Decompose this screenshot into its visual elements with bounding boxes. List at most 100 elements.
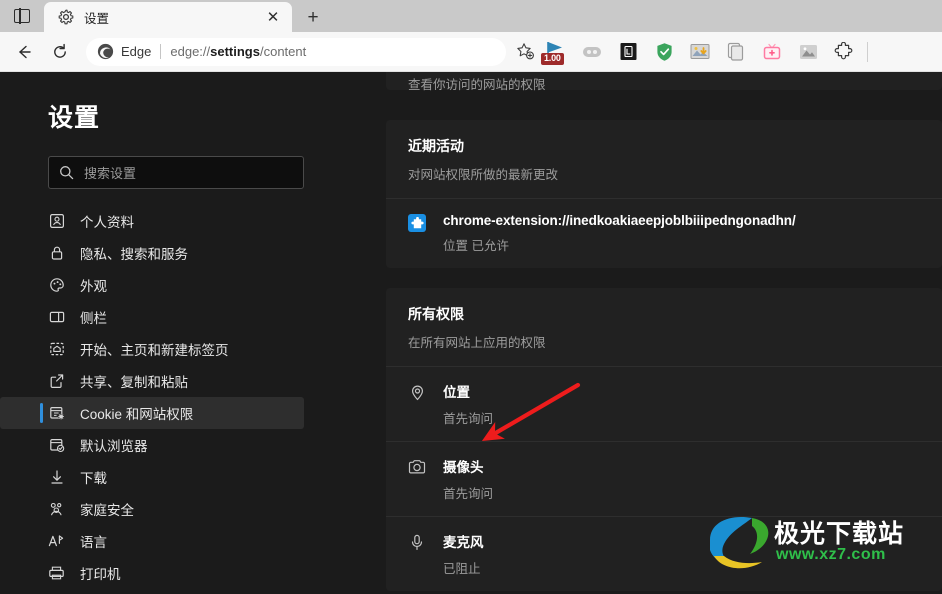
sidebar-item-label: 侧栏 [80, 311, 107, 326]
default-browser-icon [48, 437, 65, 454]
site-permissions-card-partial: 查看你访问的网站的权限 [386, 72, 942, 92]
recent-activity-card: 近期活动 对网站权限所做的最新更改 chrome-extension://ine… [386, 120, 942, 268]
close-icon[interactable]: ✕ [262, 6, 284, 28]
home-start-icon [48, 341, 65, 358]
permission-value: 已阻止 [443, 562, 481, 576]
search-placeholder: 搜索设置 [84, 166, 137, 181]
settings-page: 设置 搜索设置 个人资料 隐私、搜索和服务 外观 侧栏 开始、主页和新建标签页 … [0, 72, 942, 594]
recent-activity-header: 近期活动 对网站权限所做的最新更改 [386, 120, 942, 198]
extension-favicon [408, 214, 426, 232]
adguard-shield-icon[interactable] [649, 37, 679, 67]
location-pin-icon [408, 383, 426, 401]
permission-row-body: 麦克风 已阻止 [443, 531, 920, 577]
permission-row-location[interactable]: 位置 首先询问 [386, 366, 942, 441]
recent-activity-title: 近期活动 [408, 138, 464, 154]
add-favorite-star-icon[interactable] [512, 39, 538, 65]
settings-content: 查看你访问的网站的权限 近期活动 对网站权限所做的最新更改 chrome-ext… [340, 72, 942, 594]
permission-label: 麦克风 [443, 535, 484, 550]
sidebar-item-languages[interactable]: 语言 [0, 525, 304, 557]
image-placeholder-icon[interactable] [793, 37, 823, 67]
recent-activity-entry-status: 位置 已允许 [443, 239, 509, 253]
edge-logo-icon [97, 43, 114, 60]
omnibox-separator [160, 44, 162, 59]
sidebar-item-profile[interactable]: 个人资料 [0, 205, 304, 237]
sidebar-item-printers[interactable]: 打印机 [0, 557, 304, 589]
lastpass-icon[interactable] [613, 37, 643, 67]
image-download-icon[interactable] [685, 37, 715, 67]
sidebar-item-downloads[interactable]: 下载 [0, 461, 304, 493]
sidebar-item-share-copy-paste[interactable]: 共享、复制和粘贴 [0, 365, 304, 397]
settings-sidebar: 设置 搜索设置 个人资料 隐私、搜索和服务 外观 侧栏 开始、主页和新建标签页 … [0, 72, 330, 594]
download-icon [48, 469, 65, 486]
permission-value: 首先询问 [443, 487, 494, 501]
sidebar-icon [48, 309, 65, 326]
cookie-settings-icon [48, 405, 65, 422]
family-safety-icon [48, 501, 65, 518]
gear-icon [58, 9, 74, 25]
browser-toolbar: Edge edge://settings/content 1.00 [0, 32, 942, 72]
sidebar-item-appearance[interactable]: 外观 [0, 269, 304, 301]
all-permissions-subtitle: 在所有网站上应用的权限 [408, 336, 546, 350]
browser-tab-settings[interactable]: 设置 ✕ [44, 2, 292, 32]
url-path: /content [259, 44, 307, 59]
flag-badge-icon[interactable]: 1.00 [541, 37, 571, 67]
all-permissions-header: 所有权限 在所有网站上应用的权限 [386, 288, 942, 366]
tab-strip: 设置 ✕ + [0, 0, 942, 32]
recent-activity-entry[interactable]: chrome-extension://inedkoakiaeepjoblbiii… [386, 198, 942, 268]
sidebar-item-family-safety[interactable]: 家庭安全 [0, 493, 304, 525]
sidebar-item-label: 共享、复制和粘贴 [80, 375, 188, 390]
recent-activity-entry-body: chrome-extension://inedkoakiaeepjoblbiii… [443, 213, 920, 254]
copy-documents-icon[interactable] [721, 37, 751, 67]
permission-row-camera[interactable]: 摄像头 首先询问 [386, 441, 942, 516]
extension-badge-count: 1.00 [541, 52, 564, 65]
sidebar-item-label: 外观 [80, 279, 107, 294]
address-bar-url: edge://settings/content [170, 44, 500, 59]
sidebar-item-system-performance[interactable]: 系统和性能 [0, 589, 304, 594]
camera-icon [408, 458, 426, 476]
sidebar-item-label: 下载 [80, 471, 107, 486]
puzzle-extensions-icon[interactable] [829, 37, 859, 67]
sidebar-item-label: 开始、主页和新建标签页 [80, 343, 229, 358]
share-icon [48, 373, 65, 390]
permission-label: 位置 [443, 385, 470, 400]
permission-label: 摄像头 [443, 460, 484, 475]
sidebar-item-label: 隐私、搜索和服务 [80, 247, 188, 262]
language-icon [48, 533, 65, 550]
microphone-icon [408, 533, 426, 551]
sidebar-item-label: 打印机 [80, 567, 121, 582]
tab-panel-icon [14, 8, 30, 24]
palette-icon [48, 277, 65, 294]
sidebar-item-default-browser[interactable]: 默认浏览器 [0, 429, 304, 461]
sidebar-item-sidebar[interactable]: 侧栏 [0, 301, 304, 333]
site-permissions-subtitle: 查看你访问的网站的权限 [408, 78, 546, 92]
sidebar-item-label: 个人资料 [80, 215, 134, 230]
all-permissions-title: 所有权限 [408, 306, 464, 322]
sidebar-item-label: Cookie 和网站权限 [80, 407, 194, 422]
profile-icon [48, 213, 65, 230]
recent-activity-subtitle: 对网站权限所做的最新更改 [408, 168, 559, 182]
page-title: 设置 [48, 104, 101, 132]
url-host: settings [210, 44, 260, 59]
sidebar-scrollbar-track[interactable] [327, 72, 330, 594]
tab-panel-button[interactable] [0, 0, 44, 32]
capsule-icon[interactable] [577, 37, 607, 67]
sidebar-item-start-home-newtab[interactable]: 开始、主页和新建标签页 [0, 333, 304, 365]
search-settings-input[interactable]: 搜索设置 [48, 156, 304, 189]
permission-row-body: 位置 首先询问 [443, 381, 920, 427]
refresh-button[interactable] [45, 37, 75, 67]
all-permissions-card: 所有权限 在所有网站上应用的权限 位置 首先询问 摄像头 首先询问 麦克风 已阻… [386, 288, 942, 591]
extensions-tray: 1.00 [538, 37, 873, 67]
recent-activity-entry-url: chrome-extension://inedkoakiaeepjoblbiii… [443, 213, 796, 228]
tv-player-icon[interactable] [757, 37, 787, 67]
permission-row-body: 摄像头 首先询问 [443, 456, 920, 502]
lock-icon [48, 245, 65, 262]
sidebar-item-cookies-site-permissions[interactable]: Cookie 和网站权限 [0, 397, 304, 429]
toolbar-separator [867, 41, 868, 62]
permission-row-microphone[interactable]: 麦克风 已阻止 [386, 516, 942, 591]
back-button[interactable] [9, 37, 39, 67]
printer-icon [48, 565, 65, 582]
sidebar-item-privacy[interactable]: 隐私、搜索和服务 [0, 237, 304, 269]
new-tab-button[interactable]: + [298, 2, 328, 32]
address-bar[interactable]: Edge edge://settings/content [86, 37, 506, 66]
sidebar-nav-list: 个人资料 隐私、搜索和服务 外观 侧栏 开始、主页和新建标签页 共享、复制和粘贴… [0, 205, 330, 594]
